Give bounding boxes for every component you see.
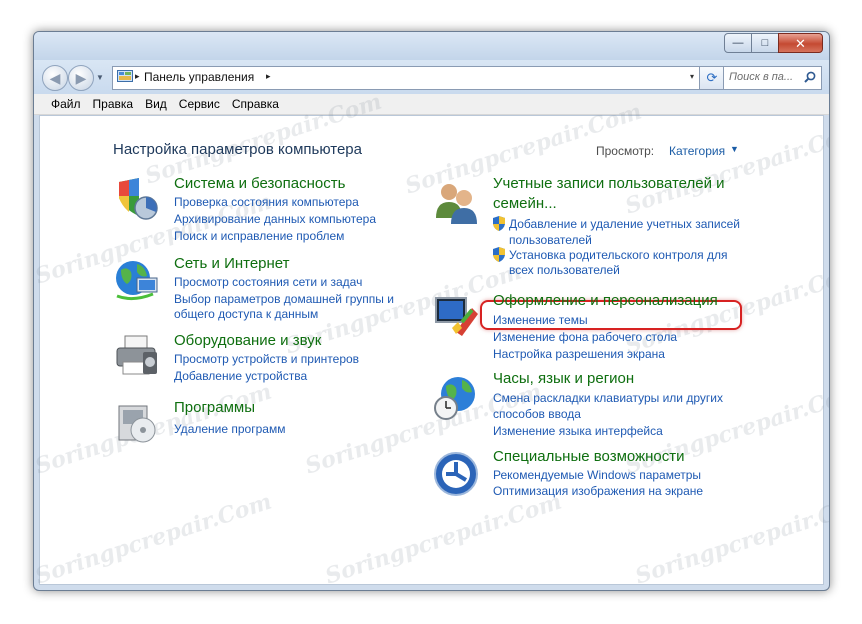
category-title-system-security[interactable]: Система и безопасность	[174, 174, 345, 194]
view-label: Просмотр:	[596, 144, 655, 158]
link-add-device[interactable]: Добавление устройства	[174, 368, 307, 384]
back-arrow-icon[interactable]: ◀	[42, 65, 68, 91]
maximize-button[interactable]: □	[751, 33, 779, 53]
link-network-status[interactable]: Просмотр состояния сети и задач	[174, 274, 362, 290]
uac-shield-icon	[493, 216, 505, 231]
link-uninstall-programs[interactable]: Удаление программ	[174, 421, 285, 437]
link-troubleshoot[interactable]: Поиск и исправление проблем	[174, 228, 344, 244]
link-check-computer-status[interactable]: Проверка состояния компьютера	[174, 194, 359, 210]
link-change-display-language[interactable]: Изменение языка интерфейса	[493, 423, 663, 439]
link-change-theme[interactable]: Изменение темы	[493, 312, 588, 328]
link-screen-resolution[interactable]: Настройка разрешения экрана	[493, 346, 665, 362]
forward-arrow-icon[interactable]: ▶	[68, 65, 94, 91]
link-add-remove-accounts[interactable]: Добавление и удаление учетных записей	[509, 216, 740, 232]
menu-view[interactable]: Вид	[139, 94, 173, 114]
search-input[interactable]: Поиск в па...	[729, 71, 793, 83]
view-mode-dropdown[interactable]: Категория	[669, 144, 725, 158]
clock-globe-icon[interactable]	[432, 374, 480, 422]
watermark: Soringpcrepair.Com	[632, 488, 830, 590]
address-bar[interactable]: ▸ Панель управления ▸ ▾	[112, 66, 700, 90]
view-mode-arrow-icon[interactable]: ▼	[730, 144, 739, 154]
caption-buttons: — □ ✕	[724, 33, 823, 53]
page-title: Настройка параметров компьютера	[113, 141, 362, 158]
search-icon[interactable]	[804, 71, 816, 83]
category-title-clock-language[interactable]: Часы, язык и регион	[493, 369, 634, 389]
link-change-background[interactable]: Изменение фона рабочего стола	[493, 329, 677, 345]
menu-bar: Файл Правка Вид Сервис Справка	[34, 94, 829, 115]
category-title-accessibility[interactable]: Специальные возможности	[493, 447, 685, 467]
link-parental-controls-cont[interactable]: всех пользователей	[509, 262, 620, 278]
accessibility-icon[interactable]	[432, 450, 480, 498]
link-recommended-settings[interactable]: Рекомендуемые Windows параметры	[493, 467, 701, 483]
shield-icon[interactable]	[113, 176, 161, 224]
link-add-remove-accounts-cont[interactable]: пользователей	[509, 232, 592, 248]
content-area: Soringpcrepair.Com Soringpcrepair.Com So…	[34, 88, 829, 589]
category-title-hardware[interactable]: Оборудование и звук	[174, 331, 321, 351]
control-panel-window: — □ ✕ ◀ ▶ ▼ ▸ Панель управления ▸ ▾ ⟳ По…	[33, 31, 830, 591]
close-button[interactable]: ✕	[778, 33, 823, 53]
programs-icon[interactable]	[113, 398, 161, 446]
link-devices-printers[interactable]: Просмотр устройств и принтеров	[174, 351, 359, 367]
monitor-paint-icon[interactable]	[432, 292, 480, 340]
category-title-programs[interactable]: Программы	[174, 398, 255, 418]
address-dropdown-icon[interactable]: ▾	[690, 72, 694, 81]
recent-pages-dropdown-icon[interactable]: ▼	[96, 73, 104, 82]
uac-shield-icon	[493, 247, 505, 262]
link-backup-computer[interactable]: Архивирование данных компьютера	[174, 211, 376, 227]
control-panel-icon	[117, 70, 133, 82]
refresh-icon[interactable]: ⟳	[699, 66, 725, 90]
category-title-appearance[interactable]: Оформление и персонализация	[493, 291, 718, 311]
breadcrumb-child-separator-icon[interactable]: ▸	[266, 71, 271, 82]
printer-icon[interactable]	[113, 332, 161, 380]
menu-edit[interactable]: Правка	[87, 94, 140, 114]
link-change-keyboard[interactable]: Смена раскладки клавиатуры или других	[493, 390, 723, 406]
breadcrumb-control-panel[interactable]: Панель управления	[144, 70, 254, 84]
link-parental-controls[interactable]: Установка родительского контроля для	[509, 247, 728, 263]
link-homegroup[interactable]: Выбор параметров домашней группы и	[174, 291, 394, 307]
menu-tools[interactable]: Сервис	[173, 94, 226, 114]
watermark: Soringpcrepair.Com	[33, 488, 275, 590]
category-title-user-accounts-cont[interactable]: семейн...	[493, 194, 557, 214]
navigation-bar: ◀ ▶ ▼ ▸ Панель управления ▸ ▾ ⟳ Поиск в …	[34, 60, 829, 94]
search-box[interactable]: Поиск в па...	[723, 66, 822, 90]
category-title-user-accounts[interactable]: Учетные записи пользователей и	[493, 174, 725, 194]
breadcrumb-separator-icon[interactable]: ▸	[135, 71, 140, 82]
menu-file[interactable]: Файл	[45, 94, 87, 114]
link-change-keyboard-cont[interactable]: способов ввода	[493, 406, 581, 422]
watermark: Soringpcrepair.Com	[622, 118, 830, 220]
category-title-network[interactable]: Сеть и Интернет	[174, 254, 290, 274]
title-bar[interactable]: — □ ✕	[34, 32, 829, 60]
minimize-button[interactable]: —	[724, 33, 752, 53]
link-homegroup-cont[interactable]: общего доступа к данным	[174, 306, 318, 322]
menu-help[interactable]: Справка	[226, 94, 285, 114]
link-optimize-display[interactable]: Оптимизация изображения на экране	[493, 483, 703, 499]
users-icon[interactable]	[432, 178, 480, 226]
watermark: Soringpcrepair.Com	[322, 488, 565, 590]
network-globe-icon[interactable]	[113, 256, 161, 304]
